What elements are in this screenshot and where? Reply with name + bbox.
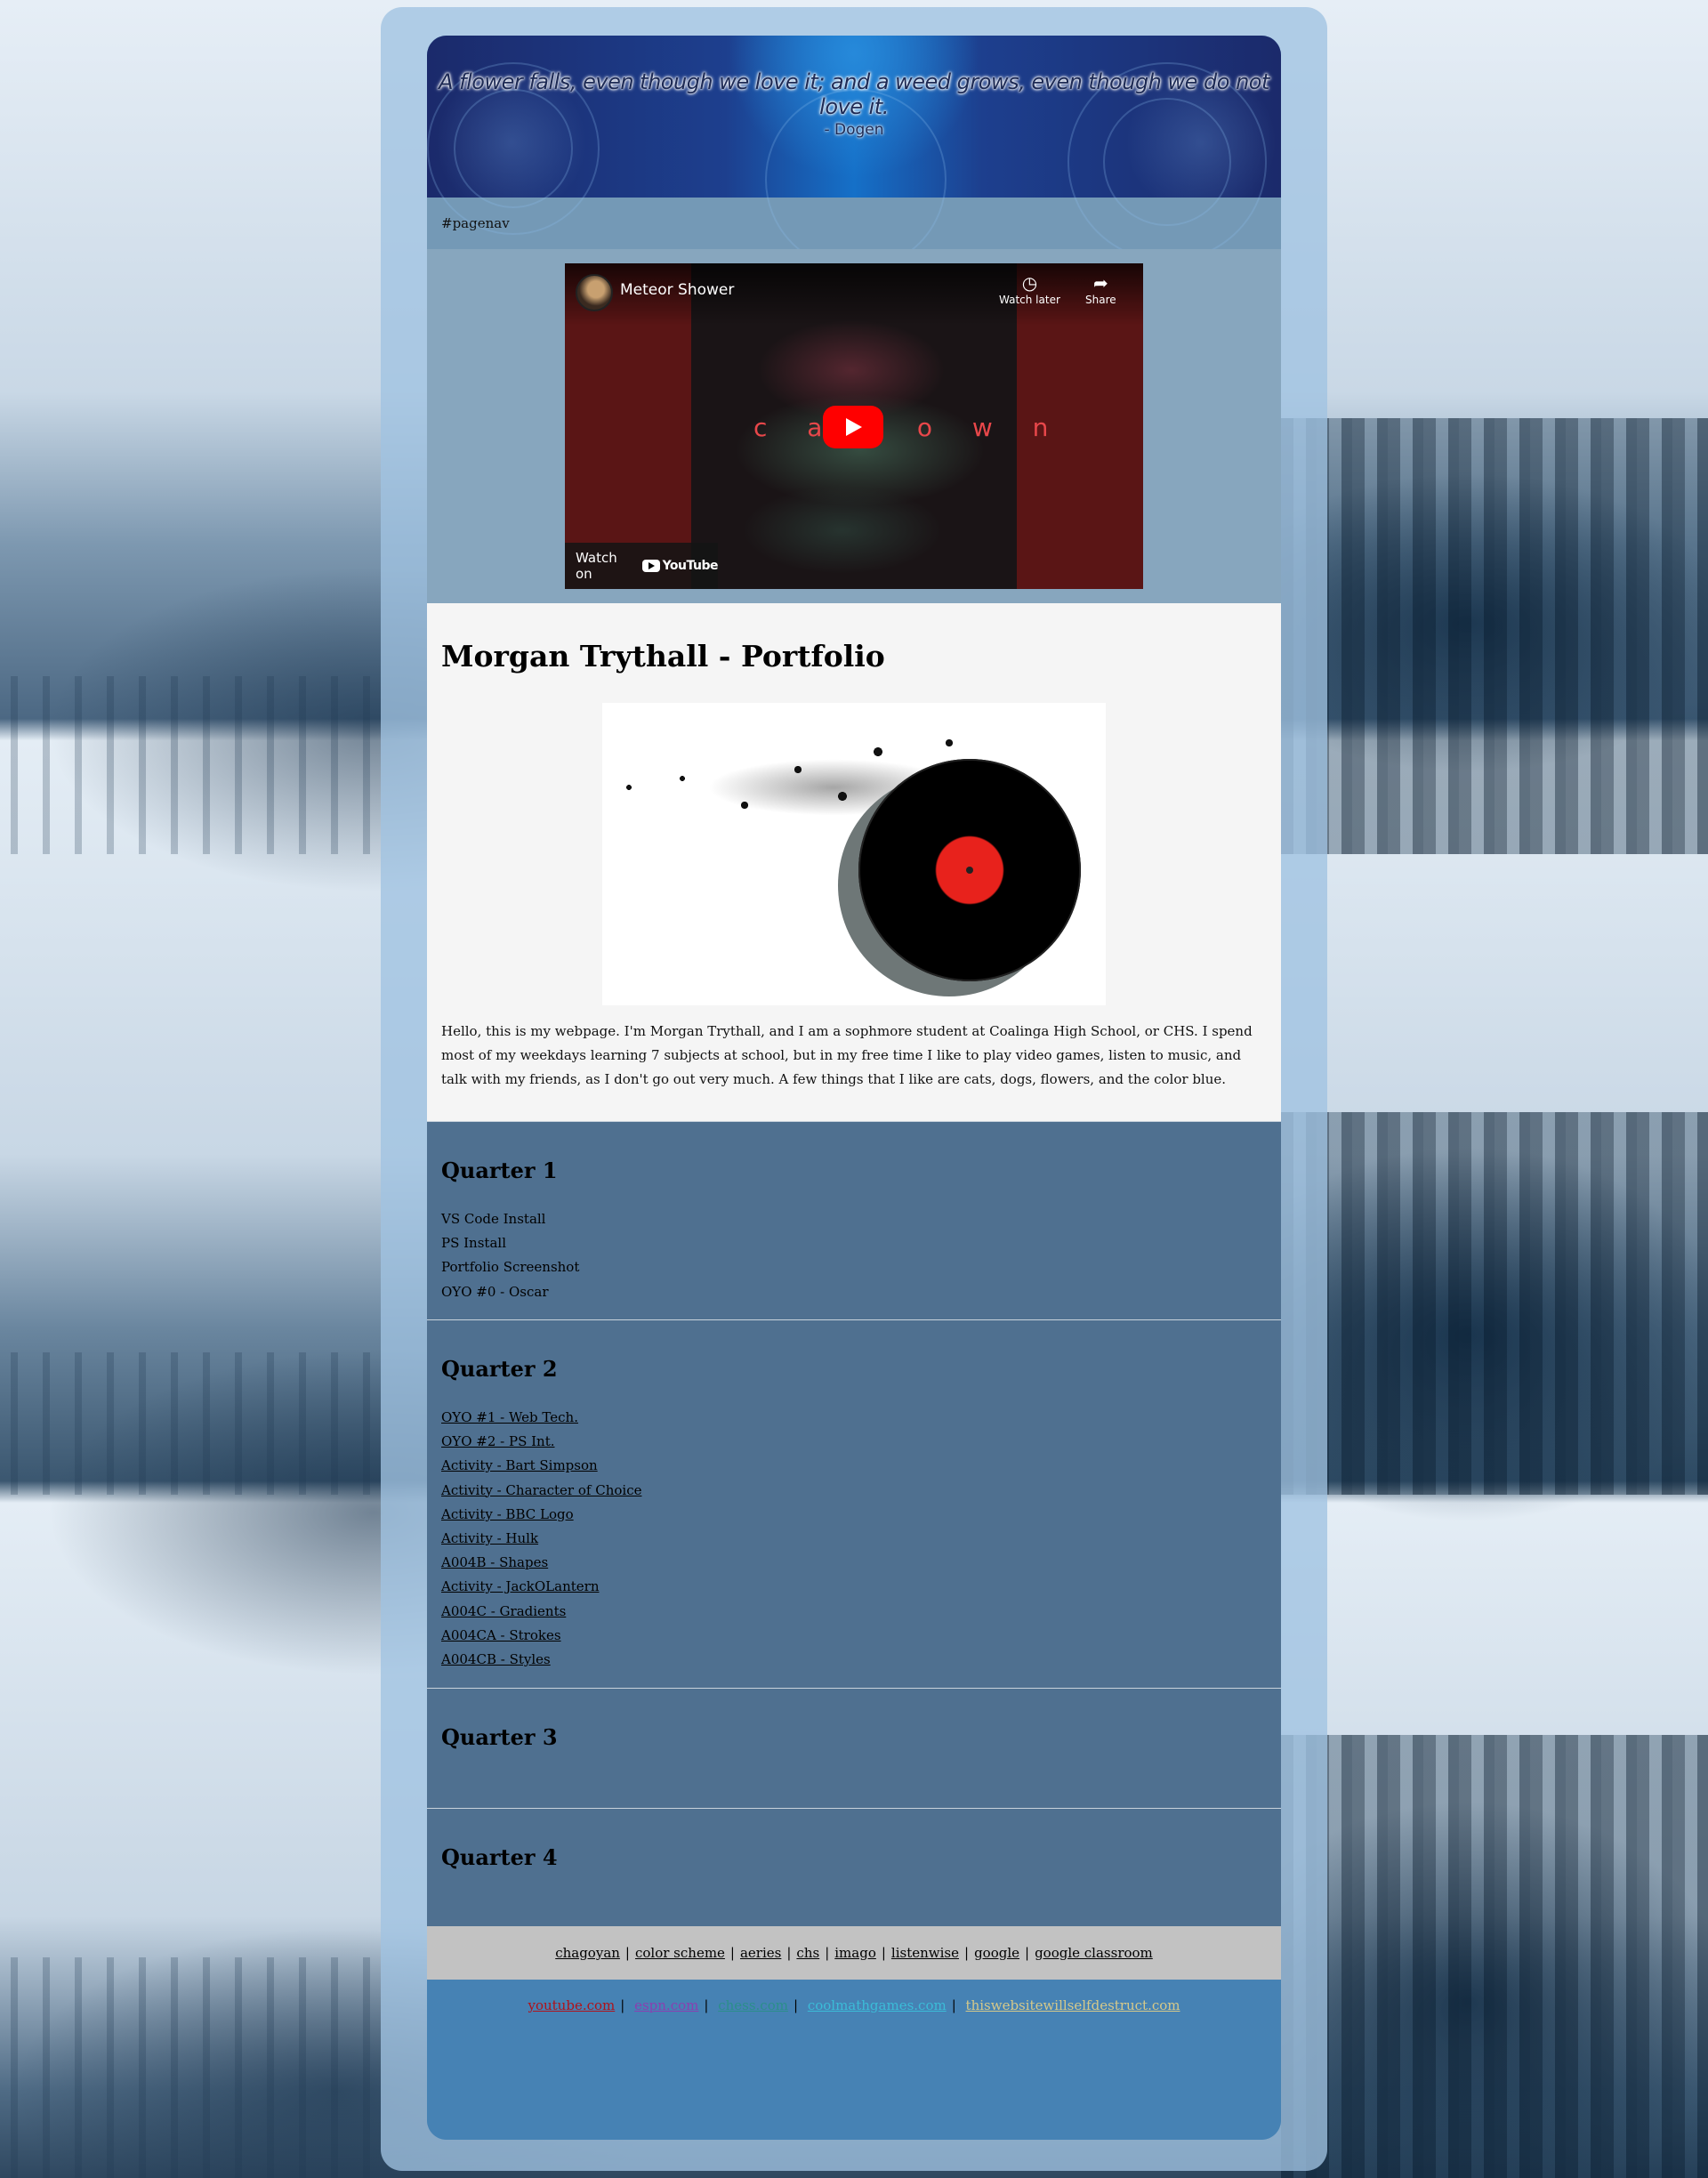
- quarter-2-list: OYO #1 - Web Tech. OYO #2 - PS Int. Acti…: [441, 1406, 641, 1672]
- external-link-chess[interactable]: chess.com: [718, 1997, 788, 2013]
- separator: |: [1025, 1945, 1030, 1961]
- background-trees-right: [1281, 1735, 1708, 2178]
- assignment-link[interactable]: OYO #1 - Web Tech.: [441, 1406, 641, 1430]
- external-link-selfdestruct[interactable]: thiswebsitewillselfdestruct.com: [966, 1997, 1180, 2013]
- channel-avatar[interactable]: [576, 274, 613, 311]
- assignment-link[interactable]: A004B - Shapes: [441, 1551, 641, 1575]
- assignment-link[interactable]: A004CB - Styles: [441, 1648, 641, 1672]
- watch-on-youtube-button[interactable]: Watch on YouTube: [565, 543, 719, 589]
- list-item: Portfolio Screenshot: [441, 1259, 580, 1276]
- header-banner: A flower falls, even though we love it; …: [427, 36, 1281, 270]
- separator: |: [951, 1997, 956, 2013]
- background-trees-right: [1281, 418, 1708, 854]
- quarter-4-section: Quarter 4: [427, 1808, 1281, 1926]
- separator: |: [786, 1945, 792, 1961]
- quarter-2-section: Quarter 2 OYO #1 - Web Tech. OYO #2 - PS…: [427, 1319, 1281, 1688]
- quarter-1-list: VS Code Install PS Install Portfolio Scr…: [441, 1207, 579, 1304]
- list-item: OYO #0 - Oscar: [441, 1283, 549, 1300]
- external-link-coolmathgames[interactable]: coolmathgames.com: [808, 1997, 947, 2013]
- background-trees-left: [0, 676, 383, 854]
- assignment-link[interactable]: A004CA - Strokes: [441, 1624, 641, 1648]
- quarter-3-section: Quarter 3: [427, 1688, 1281, 1808]
- resource-links-bar: chagoyan | color scheme | aeries | chs | ima…: [427, 1926, 1281, 1980]
- background-trees-left: [0, 1352, 383, 1495]
- background-trees-right: [1281, 1112, 1708, 1495]
- quarter-title: Quarter 2: [441, 1356, 558, 1382]
- youtube-embed[interactable]: Meteor Shower ◷ Watch later ➦ Share c a …: [565, 263, 1143, 589]
- share-label: Share: [1085, 294, 1116, 306]
- external-link-youtube[interactable]: youtube.com: [528, 1997, 615, 2013]
- watch-on-label: Watch on: [576, 550, 617, 582]
- footer-link-google-classroom[interactable]: google classroom: [1035, 1945, 1153, 1961]
- external-links-section: youtube.com | espn.com | chess.com | coolma…: [427, 1980, 1281, 2140]
- footer-link-aeries[interactable]: aeries: [740, 1945, 781, 1961]
- video-overlay-text: c a v o w n: [753, 413, 1065, 442]
- separator: |: [620, 1997, 625, 2013]
- share-arrow-icon: ➦: [1092, 272, 1108, 294]
- quarter-title: Quarter 4: [441, 1844, 558, 1870]
- quarter-title: Quarter 3: [441, 1724, 558, 1750]
- separator: |: [624, 1945, 630, 1961]
- assignment-link[interactable]: Activity - Hulk: [441, 1527, 641, 1551]
- vinyl-record-image: [602, 703, 1106, 1005]
- separator: |: [729, 1945, 735, 1961]
- footer-link-imago[interactable]: imago: [834, 1945, 876, 1961]
- list-item: VS Code Install: [441, 1211, 546, 1227]
- share-button[interactable]: ➦ Share: [1085, 272, 1116, 306]
- vinyl-record-icon: [858, 759, 1081, 981]
- header-quote: A flower falls, even though we love it; …: [439, 69, 1269, 119]
- assignment-link[interactable]: A004C - Gradients: [441, 1600, 641, 1624]
- clock-icon: ◷: [1021, 272, 1038, 294]
- assignment-link[interactable]: Activity - BBC Logo: [441, 1503, 641, 1527]
- play-button[interactable]: [823, 406, 883, 448]
- separator: |: [964, 1945, 970, 1961]
- external-link-espn[interactable]: espn.com: [634, 1997, 698, 2013]
- video-section: Meteor Shower ◷ Watch later ➦ Share c a …: [427, 249, 1281, 603]
- footer-link-chagoyan[interactable]: chagoyan: [555, 1945, 620, 1961]
- footer-link-listenwise[interactable]: listenwise: [891, 1945, 959, 1961]
- assignment-link[interactable]: Activity - Bart Simpson: [441, 1454, 641, 1478]
- assignment-link[interactable]: Activity - JackOLantern: [441, 1575, 641, 1599]
- separator: |: [881, 1945, 886, 1961]
- page-title: Morgan Trythall - Portfolio: [441, 639, 885, 674]
- background-trees-left: [0, 1957, 383, 2178]
- header-quote-author: - Dogen: [824, 121, 884, 139]
- footer-link-color-scheme[interactable]: color scheme: [635, 1945, 725, 1961]
- footer-link-google[interactable]: google: [974, 1945, 1019, 1961]
- youtube-play-icon: [641, 560, 660, 572]
- separator: |: [825, 1945, 830, 1961]
- footer-link-chs[interactable]: chs: [796, 1945, 819, 1961]
- youtube-logo: YouTube: [641, 559, 719, 573]
- assignment-link[interactable]: OYO #2 - PS Int.: [441, 1430, 641, 1454]
- assignment-link[interactable]: Activity - Character of Choice: [441, 1479, 641, 1503]
- separator: |: [704, 1997, 709, 2013]
- page-container: A flower falls, even though we love it; …: [427, 36, 1281, 2140]
- list-item: PS Install: [441, 1235, 506, 1252]
- watch-later-label: Watch later: [999, 294, 1060, 306]
- bio-paragraph: Hello, this is my webpage. I'm Morgan Tr…: [441, 1023, 1253, 1087]
- video-title[interactable]: Meteor Shower: [620, 281, 734, 299]
- watch-later-button[interactable]: ◷ Watch later: [999, 272, 1060, 306]
- youtube-logo-text: YouTube: [662, 559, 719, 573]
- separator: |: [793, 1997, 799, 2013]
- quarter-1-section: Quarter 1 VS Code Install PS Install Por…: [427, 1121, 1281, 1319]
- intro-section: Morgan Trythall - Portfolio Hello, this …: [427, 603, 1281, 1121]
- quarter-title: Quarter 1: [441, 1158, 558, 1183]
